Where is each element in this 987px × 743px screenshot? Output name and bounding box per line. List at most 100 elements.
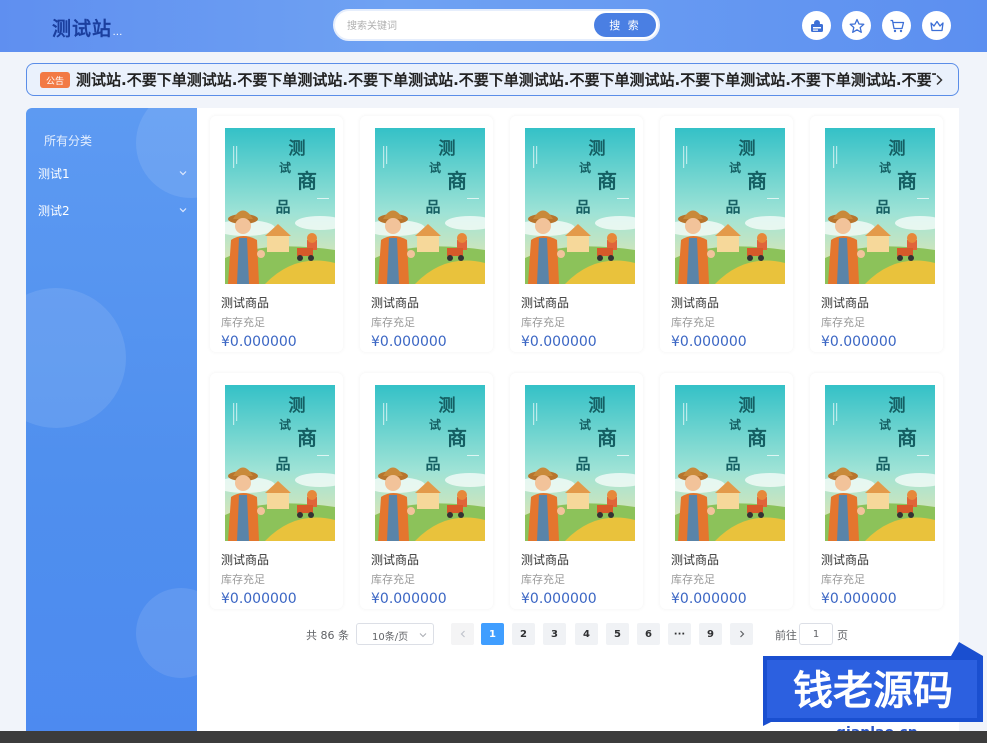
product-image[interactable]: 测试商品 <box>225 128 335 284</box>
chevron-right-icon <box>739 630 744 638</box>
top-header: 测试站... 搜 索 <box>0 0 987 52</box>
product-price: ¥0.000000 <box>521 591 597 607</box>
product-image[interactable]: 测试商品 <box>675 128 785 284</box>
svg-text:测: 测 <box>439 395 456 416</box>
user-id-icon[interactable] <box>802 11 831 40</box>
product-card[interactable]: 测试商品测试商品 库存充足 ¥0.000000 <box>510 373 643 609</box>
product-image[interactable]: 测试商品 <box>825 128 935 284</box>
svg-text:商: 商 <box>447 169 467 193</box>
product-card[interactable]: 测试商品测试商品 库存充足 ¥0.000000 <box>810 373 943 609</box>
chevron-down-icon <box>179 171 187 176</box>
search-button[interactable]: 搜 索 <box>594 13 656 37</box>
decor-circle <box>136 588 197 678</box>
page-number-button[interactable]: 9 <box>699 623 722 645</box>
product-name[interactable]: 测试商品 <box>221 551 269 568</box>
crown-icon[interactable] <box>922 11 951 40</box>
svg-text:测: 测 <box>739 395 756 416</box>
product-card[interactable]: 测试商品测试商品 库存充足 ¥0.000000 <box>210 116 343 352</box>
product-image[interactable]: 测试商品 <box>375 128 485 284</box>
chevron-right-icon[interactable] <box>932 73 946 87</box>
svg-text:品: 品 <box>575 455 590 473</box>
page-number-button[interactable]: 2 <box>512 623 535 645</box>
prev-page-button[interactable] <box>451 623 474 645</box>
svg-text:试: 试 <box>879 160 891 175</box>
product-card[interactable]: 测试商品测试商品 库存充足 ¥0.000000 <box>810 116 943 352</box>
page-size-select[interactable]: 10条/页 <box>356 623 434 645</box>
logo-text: 测试站 <box>52 18 113 40</box>
svg-text:品: 品 <box>275 198 290 216</box>
more-pages-button[interactable]: ··· <box>668 623 691 645</box>
product-card[interactable]: 测试商品测试商品 库存充足 ¥0.000000 <box>360 116 493 352</box>
product-name[interactable]: 测试商品 <box>821 551 869 568</box>
watermark-badge: 钱老源码 <box>763 642 983 726</box>
site-logo[interactable]: 测试站... <box>52 14 123 41</box>
product-stock: 库存充足 <box>521 316 565 329</box>
product-stock: 库存充足 <box>371 316 415 329</box>
star-icon[interactable] <box>842 11 871 40</box>
cart-icon[interactable] <box>882 11 911 40</box>
sidebar-item-test1[interactable]: 测试1 <box>38 162 188 184</box>
product-price: ¥0.000000 <box>821 591 897 607</box>
product-stock: 库存充足 <box>521 573 565 586</box>
product-name[interactable]: 测试商品 <box>671 294 719 311</box>
product-name[interactable]: 测试商品 <box>821 294 869 311</box>
svg-text:商: 商 <box>297 169 317 193</box>
product-card[interactable]: 测试商品测试商品 库存充足 ¥0.000000 <box>660 373 793 609</box>
product-price: ¥0.000000 <box>221 591 297 607</box>
svg-text:品: 品 <box>425 198 440 216</box>
product-image[interactable]: 测试商品 <box>225 385 335 541</box>
svg-text:测: 测 <box>889 138 906 159</box>
page-number-button[interactable]: 6 <box>637 623 660 645</box>
page-number-button[interactable]: 5 <box>606 623 629 645</box>
svg-text:试: 试 <box>429 160 441 175</box>
page-size-value: 10条/页 <box>372 632 409 643</box>
svg-text:测: 测 <box>289 395 306 416</box>
product-image[interactable]: 测试商品 <box>375 385 485 541</box>
notice-bar[interactable]: 公告 测试站.不要下单测试站.不要下单测试站.不要下单测试站.不要下单测试站.不… <box>26 63 959 96</box>
product-price: ¥0.000000 <box>221 334 297 350</box>
product-name[interactable]: 测试商品 <box>371 294 419 311</box>
svg-text:商: 商 <box>447 426 467 450</box>
svg-text:测: 测 <box>439 138 456 159</box>
svg-text:试: 试 <box>429 417 441 432</box>
svg-text:商: 商 <box>297 426 317 450</box>
pagination-total: 共 86 条 <box>306 629 349 642</box>
product-price: ¥0.000000 <box>821 334 897 350</box>
page-number-button[interactable]: 4 <box>575 623 598 645</box>
svg-text:商: 商 <box>597 169 617 193</box>
product-name[interactable]: 测试商品 <box>671 551 719 568</box>
product-name[interactable]: 测试商品 <box>371 551 419 568</box>
sidebar-item-test2[interactable]: 测试2 <box>38 199 188 221</box>
svg-text:试: 试 <box>729 417 741 432</box>
product-image[interactable]: 测试商品 <box>525 128 635 284</box>
product-name[interactable]: 测试商品 <box>521 551 569 568</box>
decor-circle <box>136 108 197 198</box>
page-number-button[interactable]: 3 <box>543 623 566 645</box>
product-image[interactable]: 测试商品 <box>675 385 785 541</box>
product-name[interactable]: 测试商品 <box>221 294 269 311</box>
product-card[interactable]: 测试商品测试商品 库存充足 ¥0.000000 <box>510 116 643 352</box>
product-card[interactable]: 测试商品测试商品 库存充足 ¥0.000000 <box>360 373 493 609</box>
product-image[interactable]: 测试商品 <box>525 385 635 541</box>
product-stock: 库存充足 <box>821 573 865 586</box>
search-input[interactable] <box>347 17 587 35</box>
next-page-button[interactable] <box>730 623 753 645</box>
product-image[interactable]: 测试商品 <box>825 385 935 541</box>
chevron-down-icon <box>419 633 427 638</box>
logo-sub: ... <box>113 30 123 37</box>
product-card[interactable]: 测试商品测试商品 库存充足 ¥0.000000 <box>660 116 793 352</box>
product-name[interactable]: 测试商品 <box>521 294 569 311</box>
chevron-down-icon <box>179 208 187 213</box>
svg-text:品: 品 <box>725 198 740 216</box>
svg-text:测: 测 <box>289 138 306 159</box>
svg-text:品: 品 <box>425 455 440 473</box>
product-price: ¥0.000000 <box>521 334 597 350</box>
product-stock: 库存充足 <box>371 573 415 586</box>
product-card[interactable]: 测试商品测试商品 库存充足 ¥0.000000 <box>210 373 343 609</box>
svg-text:商: 商 <box>897 169 917 193</box>
page-number-button[interactable]: 1 <box>481 623 504 645</box>
product-stock: 库存充足 <box>671 316 715 329</box>
svg-text:试: 试 <box>729 160 741 175</box>
product-price: ¥0.000000 <box>371 334 447 350</box>
svg-text:试: 试 <box>879 417 891 432</box>
